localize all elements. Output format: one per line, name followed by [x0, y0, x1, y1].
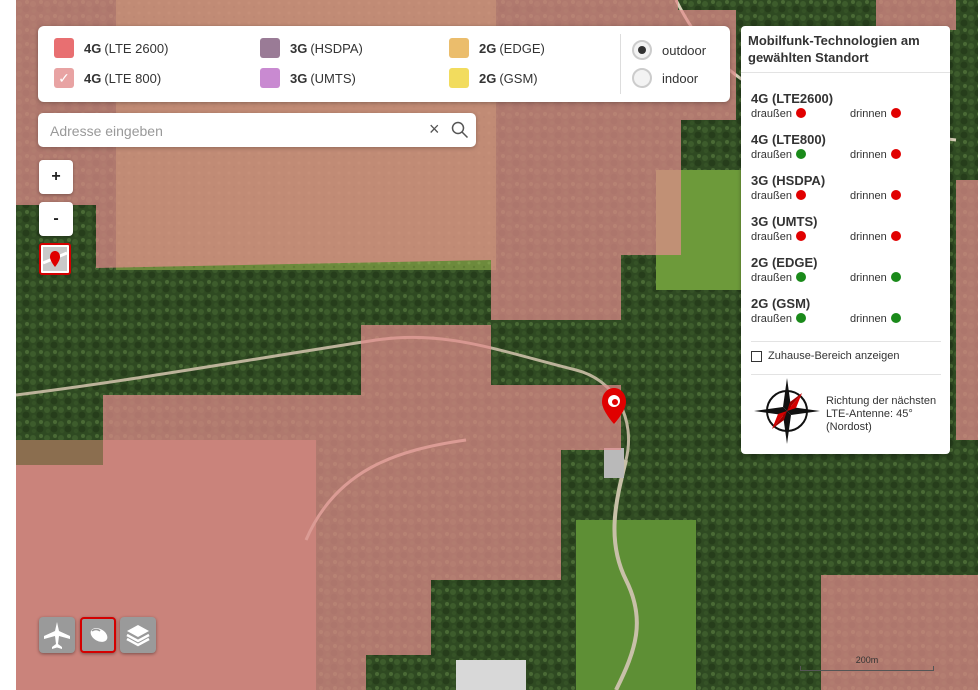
status-dot-green	[890, 313, 901, 323]
legend-item-2g-gsm[interactable]: 2G (GSM)	[449, 68, 538, 88]
antenna-direction-text: Richtung der nächsten LTE-Antenne: 45° (…	[826, 395, 937, 433]
legend-tech: 4G	[84, 70, 102, 86]
status-dot-green	[795, 272, 806, 282]
panel-title: Mobilfunk-Technologien am gewählten Stan…	[748, 33, 920, 65]
indoor-status-label: drinnen	[850, 272, 887, 284]
tech-name: 2G (EDGE)	[751, 255, 818, 270]
compass-icon	[754, 378, 820, 444]
legend-tech: 3G	[290, 40, 308, 56]
legend-label: (GSM)	[499, 70, 538, 86]
legend-tech: 2G	[479, 40, 497, 56]
legend-swatch[interactable]	[449, 68, 469, 88]
status-dot-green	[795, 149, 806, 159]
address-search: ×	[38, 113, 476, 147]
legend-tech: 2G	[479, 70, 497, 86]
legend-swatch[interactable]: ✓	[54, 68, 74, 88]
tech-lte800: 4G (LTE800) draußen drinnen	[751, 132, 941, 165]
search-icon[interactable]	[451, 121, 469, 139]
legend-item-4g-lte800[interactable]: ✓ 4G (LTE 800)	[54, 68, 161, 88]
status-dot-red	[795, 231, 806, 241]
legend-item-3g-umts[interactable]: 3G (UMTS)	[260, 68, 356, 88]
legend-tech: 4G	[84, 40, 102, 56]
map-scale: 200m	[800, 655, 934, 671]
legend-label: (LTE 2600)	[104, 40, 169, 56]
scale-label: 200m	[855, 655, 879, 665]
airplane-icon	[44, 622, 70, 649]
indoor-status-label: drinnen	[850, 313, 887, 325]
tech-name: 2G (GSM)	[751, 296, 811, 311]
locate-button[interactable]	[39, 243, 71, 275]
legend-label: (UMTS)	[310, 70, 356, 86]
status-dot-green	[795, 313, 806, 323]
outdoor-radio[interactable]	[632, 40, 652, 60]
tech-gsm: 2G (GSM) draußen drinnen	[751, 296, 941, 329]
layers-icon	[126, 625, 150, 647]
tech-name: 3G (HSDPA)	[751, 173, 826, 188]
satellite-view-button[interactable]	[39, 617, 75, 653]
indoor-status-label: drinnen	[850, 231, 887, 243]
indoor-radio[interactable]	[632, 68, 652, 88]
legend-label: (LTE 800)	[104, 70, 162, 86]
home-area-checkbox[interactable]	[751, 350, 762, 362]
tech-hsdpa: 3G (HSDPA) draußen drinnen	[751, 173, 941, 206]
search-input[interactable]	[48, 120, 422, 142]
indoor-status-label: drinnen	[850, 190, 887, 202]
legend-swatch[interactable]	[260, 68, 280, 88]
status-dot-red	[890, 231, 901, 241]
legend-label: (HSDPA)	[310, 40, 363, 56]
legend-swatch[interactable]	[260, 38, 280, 58]
tech-name: 4G (LTE800)	[751, 132, 826, 147]
panel-divider	[751, 374, 941, 375]
legend-tech: 3G	[290, 70, 308, 86]
zoom-out-button[interactable]: -	[39, 202, 73, 236]
checkmark-icon: ✓	[58, 70, 70, 86]
home-area-label: Zuhause-Bereich anzeigen	[768, 350, 900, 362]
layers-button[interactable]	[120, 617, 156, 653]
outdoor-status-label: draußen	[751, 272, 792, 284]
outdoor-status-label: draußen	[751, 149, 792, 161]
mouse-icon	[90, 628, 108, 642]
panel-divider	[751, 341, 941, 342]
scale-bar	[800, 666, 934, 671]
legend-item-2g-edge[interactable]: 2G (EDGE)	[449, 38, 545, 58]
status-dot-red	[890, 190, 901, 200]
status-dot-red	[795, 108, 806, 118]
map-pin-icon	[42, 247, 68, 271]
home-area-toggle[interactable]: Zuhause-Bereich anzeigen	[751, 350, 899, 362]
technology-panel: Mobilfunk-Technologien am gewählten Stan…	[741, 26, 950, 454]
clear-icon[interactable]: ×	[429, 119, 440, 140]
indoor-label: indoor	[662, 70, 699, 86]
legend-divider	[620, 34, 621, 94]
status-dot-green	[890, 272, 901, 282]
outdoor-status-label: draußen	[751, 190, 792, 202]
panel-divider	[741, 72, 950, 73]
building	[456, 660, 526, 690]
outdoor-label: outdoor	[662, 42, 707, 58]
tech-name: 3G (UMTS)	[751, 214, 818, 229]
status-dot-red	[890, 108, 901, 118]
building	[604, 448, 624, 478]
status-dot-red	[795, 190, 806, 200]
status-dot-red	[890, 149, 901, 159]
mode-indoor[interactable]: indoor	[632, 68, 698, 88]
tech-name: 4G (LTE2600)	[751, 91, 834, 106]
terrain-view-button[interactable]	[80, 617, 116, 653]
indoor-status-label: drinnen	[850, 149, 887, 161]
tech-umts: 3G (UMTS) draußen drinnen	[751, 214, 941, 247]
outdoor-status-label: draußen	[751, 313, 792, 325]
outdoor-status-label: draußen	[751, 108, 792, 120]
mode-outdoor[interactable]: outdoor	[632, 40, 706, 60]
tech-edge: 2G (EDGE) draußen drinnen	[751, 255, 941, 288]
legend-label: (EDGE)	[499, 40, 545, 56]
legend-swatch[interactable]	[449, 38, 469, 58]
tech-lte2600: 4G (LTE2600) draußen drinnen	[751, 91, 941, 124]
coverage-legend: 4G (LTE 2600) ✓ 4G (LTE 800) 3G (HSDPA) 3G(…	[38, 26, 730, 102]
legend-swatch[interactable]	[54, 38, 74, 58]
indoor-status-label: drinnen	[850, 108, 887, 120]
legend-item-3g-hsdpa[interactable]: 3G (HSDPA)	[260, 38, 363, 58]
zoom-in-button[interactable]: +	[39, 160, 73, 194]
outdoor-status-label: draußen	[751, 231, 792, 243]
legend-item-4g-lte2600[interactable]: 4G (LTE 2600)	[54, 38, 168, 58]
